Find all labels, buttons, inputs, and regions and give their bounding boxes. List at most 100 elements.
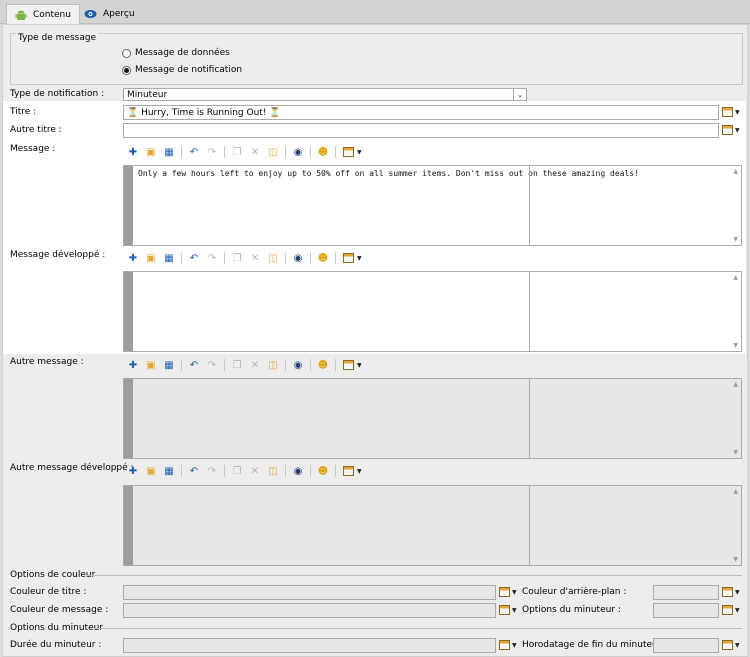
caret-down-icon[interactable]: ▼ [735,109,740,116]
copy-icon[interactable]: ❐ [228,250,246,266]
alt-title-input[interactable] [123,123,719,138]
caret-down-icon[interactable]: ▼ [512,589,517,596]
cut-icon[interactable]: ✕ [246,144,264,160]
scroll-down-icon[interactable]: ▼ [733,449,738,456]
folder-icon[interactable]: ▣ [142,463,160,479]
scroll-down-icon[interactable]: ▼ [733,556,738,563]
insert-field-icon[interactable] [722,605,733,615]
scroll-up-icon[interactable]: ▲ [733,381,738,388]
alt-message-editor[interactable]: ▲ ▼ [123,378,742,459]
caret-down-icon[interactable]: ▼ [735,642,740,649]
title-color-picker[interactable]: ▼ [499,587,517,597]
redo-icon[interactable]: ↷ [203,250,221,266]
undo-icon[interactable]: ↶ [185,250,203,266]
message-color-picker[interactable]: ▼ [499,605,517,615]
save-icon[interactable]: ▦ [160,357,178,373]
new-file-icon[interactable]: ✚ [124,144,142,160]
radio-notification-message[interactable]: Message de notification [122,65,242,75]
editor-splitter[interactable] [529,166,530,245]
title-color-input[interactable] [123,585,496,600]
insert-field-icon[interactable] [722,640,733,650]
expanded-message-editor[interactable]: ▲ ▼ [123,271,742,352]
editor-splitter[interactable] [529,272,530,351]
undo-icon[interactable]: ↶ [185,144,203,160]
caret-down-icon[interactable]: ▼ [735,589,740,596]
scroll-down-icon[interactable]: ▼ [733,342,738,349]
caret-down-icon[interactable]: ▼ [357,362,362,369]
insert-field-icon[interactable] [339,144,357,160]
alt-title-picker[interactable]: ▼ [722,125,740,135]
folder-icon[interactable]: ▣ [142,250,160,266]
bg-color-input[interactable] [653,585,719,600]
copy-icon[interactable]: ❐ [228,357,246,373]
message-color-input[interactable] [123,603,496,618]
copy-icon[interactable]: ❐ [228,463,246,479]
redo-icon[interactable]: ↷ [203,357,221,373]
find-icon[interactable]: ◉ [289,144,307,160]
insert-field-icon[interactable] [339,357,357,373]
redo-icon[interactable]: ↷ [203,463,221,479]
scroll-up-icon[interactable]: ▲ [733,168,738,175]
undo-icon[interactable]: ↶ [185,357,203,373]
folder-icon[interactable]: ▣ [142,357,160,373]
cut-icon[interactable]: ✕ [246,357,264,373]
caret-down-icon[interactable]: ▼ [357,255,362,262]
scroll-up-icon[interactable]: ▲ [733,274,738,281]
timer-options-field-input[interactable] [653,603,719,618]
chevron-down-icon[interactable]: ⌄ [513,89,526,100]
insert-field-icon[interactable] [722,125,733,135]
caret-down-icon[interactable]: ▼ [735,127,740,134]
emoji-icon[interactable]: ☻ [314,250,332,266]
insert-field-icon[interactable] [499,605,510,615]
emoji-icon[interactable]: ☻ [314,357,332,373]
folder-icon[interactable]: ▣ [142,144,160,160]
message-text[interactable]: Only a few hours left to enjoy up to 50%… [138,169,639,178]
caret-down-icon[interactable]: ▼ [512,607,517,614]
caret-down-icon[interactable]: ▼ [357,149,362,156]
insert-field-icon[interactable] [339,250,357,266]
radio-button-selected[interactable] [122,65,131,75]
caret-down-icon[interactable]: ▼ [512,642,517,649]
redo-icon[interactable]: ↷ [203,144,221,160]
new-file-icon[interactable]: ✚ [124,357,142,373]
tab-apercu[interactable]: Aperçu [76,4,143,24]
insert-field-icon[interactable] [499,587,510,597]
notification-type-select[interactable]: Minuteur ⌄ [123,88,527,101]
caret-down-icon[interactable]: ▼ [357,468,362,475]
scroll-down-icon[interactable]: ▼ [733,236,738,243]
tab-contenu[interactable]: Contenu [6,4,80,24]
timer-end-timestamp-picker[interactable]: ▼ [722,640,740,650]
new-file-icon[interactable]: ✚ [124,463,142,479]
undo-icon[interactable]: ↶ [185,463,203,479]
insert-field-icon[interactable] [499,640,510,650]
bg-color-picker[interactable]: ▼ [722,587,740,597]
message-editor[interactable]: Only a few hours left to enjoy up to 50%… [123,165,742,246]
paste-icon[interactable]: ◫ [264,144,282,160]
insert-field-icon[interactable] [339,463,357,479]
alt-expanded-message-editor[interactable]: ▲ ▼ [123,485,742,566]
timer-duration-picker[interactable]: ▼ [499,640,517,650]
paste-icon[interactable]: ◫ [264,357,282,373]
timer-end-timestamp-input[interactable] [653,638,719,653]
new-file-icon[interactable]: ✚ [124,250,142,266]
paste-icon[interactable]: ◫ [264,463,282,479]
scroll-up-icon[interactable]: ▲ [733,488,738,495]
timer-duration-input[interactable] [123,638,496,653]
radio-data-message[interactable]: Message de données [122,48,230,58]
paste-icon[interactable]: ◫ [264,250,282,266]
insert-field-icon[interactable] [722,587,733,597]
timer-options-field-picker[interactable]: ▼ [722,605,740,615]
save-icon[interactable]: ▦ [160,250,178,266]
emoji-icon[interactable]: ☻ [314,463,332,479]
radio-button[interactable] [122,48,131,58]
editor-splitter[interactable] [529,379,530,458]
caret-down-icon[interactable]: ▼ [735,607,740,614]
find-icon[interactable]: ◉ [289,250,307,266]
emoji-icon[interactable]: ☻ [314,144,332,160]
title-input[interactable]: ⏳ Hurry, Time is Running Out! ⏳ [123,105,719,120]
copy-icon[interactable]: ❐ [228,144,246,160]
find-icon[interactable]: ◉ [289,357,307,373]
save-icon[interactable]: ▦ [160,144,178,160]
cut-icon[interactable]: ✕ [246,250,264,266]
find-icon[interactable]: ◉ [289,463,307,479]
